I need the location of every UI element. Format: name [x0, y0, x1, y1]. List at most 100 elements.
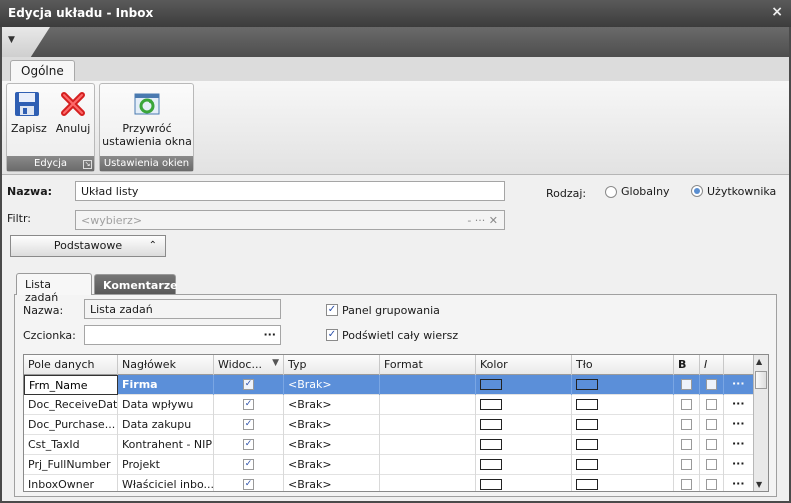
row-edit-button[interactable]: ···: [732, 477, 745, 490]
cell-format[interactable]: [380, 455, 476, 475]
visible-checkbox[interactable]: ✓: [243, 479, 254, 490]
bold-checkbox[interactable]: [681, 399, 692, 410]
column-header-color[interactable]: Kolor: [476, 355, 572, 375]
column-header-visible[interactable]: Widoc... ▼: [214, 355, 284, 375]
color-swatch[interactable]: [480, 479, 502, 490]
visible-checkbox[interactable]: ✓: [243, 379, 254, 390]
close-icon[interactable]: ×: [771, 4, 783, 20]
bold-checkbox[interactable]: [681, 379, 692, 390]
color-swatch[interactable]: [480, 459, 502, 470]
color-swatch[interactable]: [480, 439, 502, 450]
group-panel-checkbox[interactable]: ✓: [326, 304, 338, 316]
color-swatch[interactable]: [480, 399, 502, 410]
row-edit-button[interactable]: ···: [732, 417, 745, 430]
cell-caption[interactable]: Właściciel inbo...: [118, 475, 214, 491]
panel-name-input[interactable]: Lista zadań: [84, 299, 281, 319]
scroll-up-icon[interactable]: ▲: [756, 357, 762, 366]
background-swatch[interactable]: [576, 459, 598, 470]
bold-checkbox[interactable]: [681, 439, 692, 450]
column-header-caption[interactable]: Nagłówek: [118, 355, 214, 375]
table-row[interactable]: InboxOwner Właściciel inbo... ✓ <Brak> ···: [24, 475, 754, 491]
row-edit-button[interactable]: ···: [732, 457, 745, 470]
font-picker-button[interactable]: ···: [263, 328, 276, 341]
cell-field[interactable]: Doc_ReceiveDate: [24, 395, 118, 415]
chevron-down-icon[interactable]: ▼: [8, 35, 15, 45]
column-header-type[interactable]: Typ: [284, 355, 380, 375]
tab-comments[interactable]: Komentarze: [94, 274, 178, 296]
table-row[interactable]: Prj_FullNumber Projekt ✓ <Brak> ···: [24, 455, 754, 475]
table-row[interactable]: Cst_TaxId Kontrahent - NIP ✓ <Brak> ···: [24, 435, 754, 455]
cell-caption[interactable]: Firma: [118, 375, 214, 395]
italic-checkbox[interactable]: [706, 379, 717, 390]
cell-type[interactable]: <Brak>: [284, 455, 380, 475]
column-header-field[interactable]: Pole danych: [24, 355, 118, 375]
font-input[interactable]: ···: [84, 325, 281, 345]
italic-checkbox[interactable]: [706, 399, 717, 410]
basic-section-toggle-button[interactable]: Podstawowe ⌃: [10, 235, 166, 257]
cell-type[interactable]: <Brak>: [284, 375, 380, 395]
filter-actions[interactable]: - ··· ✕: [467, 214, 498, 227]
bold-checkbox[interactable]: [681, 419, 692, 430]
cell-field[interactable]: Doc_Purchase...: [24, 415, 118, 435]
cancel-button[interactable]: Anuluj: [55, 90, 91, 135]
radio-user[interactable]: [691, 185, 703, 197]
bold-checkbox[interactable]: [681, 459, 692, 470]
italic-checkbox[interactable]: [706, 419, 717, 430]
visible-checkbox[interactable]: ✓: [243, 459, 254, 470]
visible-checkbox[interactable]: ✓: [243, 399, 254, 410]
background-swatch[interactable]: [576, 479, 598, 490]
color-swatch[interactable]: [480, 419, 502, 430]
save-button[interactable]: Zapisz: [11, 90, 47, 135]
highlight-row-checkbox[interactable]: ✓: [326, 329, 338, 341]
cell-type[interactable]: <Brak>: [284, 435, 380, 455]
cell-caption[interactable]: Projekt: [118, 455, 214, 475]
italic-checkbox[interactable]: [706, 479, 717, 490]
background-swatch[interactable]: [576, 399, 598, 410]
column-header-bold[interactable]: B: [674, 355, 700, 375]
visible-checkbox[interactable]: ✓: [243, 419, 254, 430]
column-header-italic[interactable]: I: [700, 355, 724, 375]
bold-checkbox[interactable]: [681, 479, 692, 490]
table-row[interactable]: Frm_Name Firma ✓ <Brak> ···: [24, 375, 754, 395]
column-header-format[interactable]: Format: [380, 355, 476, 375]
radio-global[interactable]: [605, 186, 617, 198]
tab-task-list[interactable]: Lista zadań: [16, 273, 92, 304]
layout-name-input[interactable]: Układ listy: [75, 181, 505, 201]
cell-bold: [674, 415, 700, 435]
cell-format[interactable]: [380, 395, 476, 415]
cell-field[interactable]: Prj_FullNumber: [24, 455, 118, 475]
dialog-launcher-icon[interactable]: ↘: [83, 160, 92, 169]
cell-type[interactable]: <Brak>: [284, 475, 380, 491]
table-row[interactable]: Doc_Purchase... Data zakupu ✓ <Brak> ···: [24, 415, 754, 435]
cell-format[interactable]: [380, 375, 476, 395]
table-row[interactable]: Doc_ReceiveDate Data wpływu ✓ <Brak> ···: [24, 395, 754, 415]
filter-input[interactable]: <wybierz> - ··· ✕: [75, 210, 505, 230]
cell-format[interactable]: [380, 475, 476, 491]
italic-checkbox[interactable]: [706, 459, 717, 470]
italic-checkbox[interactable]: [706, 439, 717, 450]
row-edit-button[interactable]: ···: [732, 437, 745, 450]
cell-caption[interactable]: Data wpływu: [118, 395, 214, 415]
cell-field[interactable]: InboxOwner: [24, 475, 118, 491]
background-swatch[interactable]: [576, 379, 598, 390]
background-swatch[interactable]: [576, 439, 598, 450]
visible-checkbox[interactable]: ✓: [243, 439, 254, 450]
vertical-scrollbar[interactable]: ▲ ▼: [753, 355, 768, 491]
tab-general[interactable]: Ogólne: [10, 60, 75, 82]
row-edit-button[interactable]: ···: [732, 397, 745, 410]
row-edit-button[interactable]: ···: [732, 377, 745, 390]
cell-caption[interactable]: Data zakupu: [118, 415, 214, 435]
column-header-background[interactable]: Tło: [572, 355, 674, 375]
cell-format[interactable]: [380, 435, 476, 455]
color-swatch[interactable]: [480, 379, 502, 390]
cell-type[interactable]: <Brak>: [284, 395, 380, 415]
scroll-thumb[interactable]: [755, 371, 767, 389]
scroll-down-icon[interactable]: ▼: [756, 480, 762, 489]
cell-caption[interactable]: Kontrahent - NIP: [118, 435, 214, 455]
cell-format[interactable]: [380, 415, 476, 435]
cell-field[interactable]: Cst_TaxId: [24, 435, 118, 455]
cell-field[interactable]: Frm_Name: [24, 375, 118, 395]
cell-type[interactable]: <Brak>: [284, 415, 380, 435]
background-swatch[interactable]: [576, 419, 598, 430]
restore-window-settings-button[interactable]: Przywróć ustawienia okna: [102, 90, 192, 148]
